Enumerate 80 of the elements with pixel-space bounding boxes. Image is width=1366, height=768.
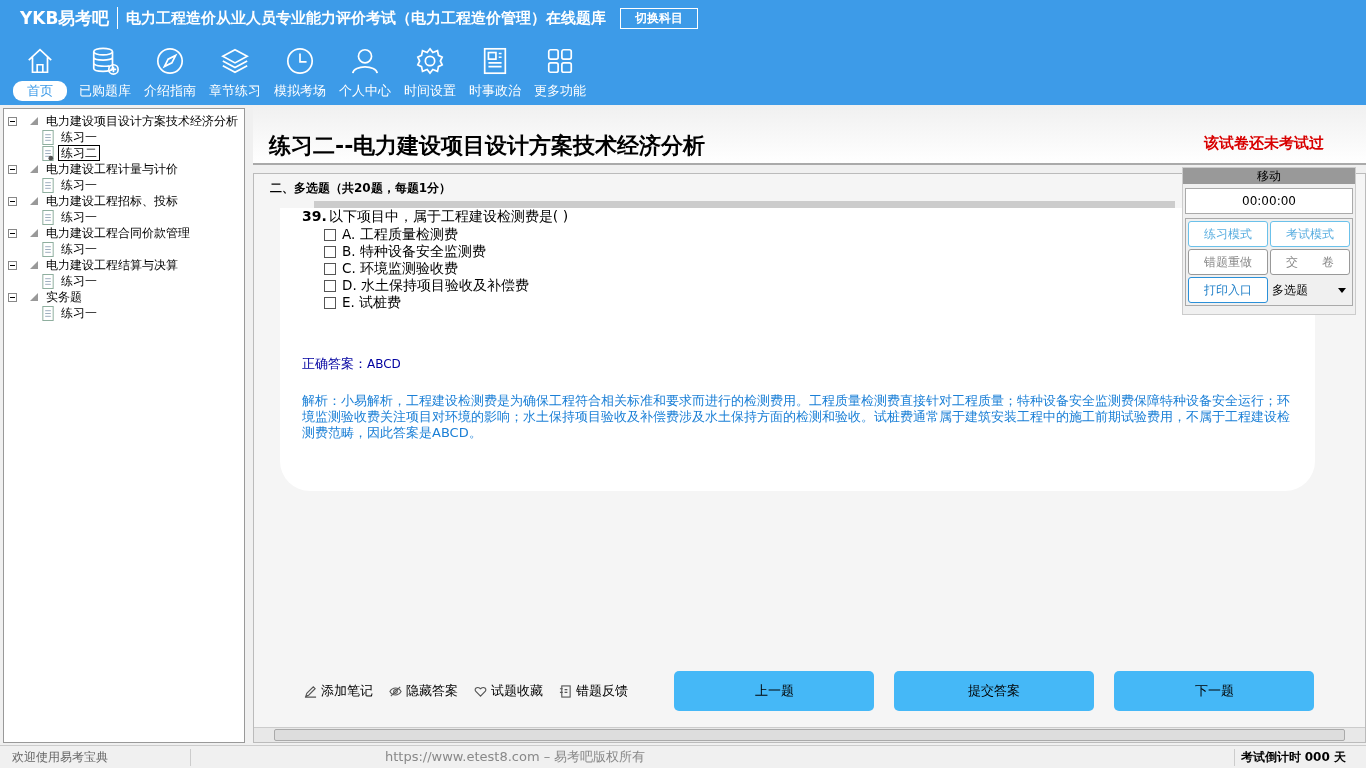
- document-icon: [42, 145, 54, 161]
- collapse-icon[interactable]: [8, 228, 17, 238]
- tree-item[interactable]: 实务题: [43, 289, 85, 305]
- option-text[interactable]: C. 环境监测验收费: [342, 259, 458, 278]
- triangle-icon: [29, 116, 39, 126]
- heart-icon: [474, 684, 487, 698]
- option-text[interactable]: E. 试桩费: [342, 293, 402, 312]
- triangle-icon: [29, 260, 39, 270]
- user-icon[interactable]: [349, 46, 380, 76]
- tree-item[interactable]: 电力建设工程合同价款管理: [43, 225, 193, 241]
- document-icon: [42, 177, 54, 193]
- collapse-icon[interactable]: [8, 196, 17, 206]
- document-icon: [42, 129, 54, 145]
- tool-link[interactable]: 隐藏答案: [406, 682, 458, 700]
- option-text[interactable]: B. 特种设备安全监测费: [342, 242, 486, 261]
- tree-item[interactable]: 练习二: [58, 145, 100, 161]
- panel-button[interactable]: 交 卷: [1270, 249, 1350, 275]
- option-text[interactable]: D. 水土保持项目验收及补偿费: [342, 276, 529, 295]
- layers-icon[interactable]: [219, 46, 250, 76]
- logo-text: YKB易考吧: [20, 6, 110, 30]
- collapse-icon[interactable]: [8, 292, 17, 302]
- document-icon: [42, 241, 54, 257]
- pencil-icon: [304, 684, 317, 698]
- timer-display: 00:00:00: [1185, 188, 1353, 214]
- eye-icon: [389, 684, 402, 698]
- tree-item[interactable]: 练习一: [58, 273, 100, 289]
- option-text[interactable]: A. 工程质量检测费: [342, 225, 458, 244]
- section-heading: 二、多选题（共20题，每题1分）: [269, 180, 453, 197]
- tree-item[interactable]: 练习一: [58, 241, 100, 257]
- tool-link[interactable]: 错题反馈: [576, 682, 628, 700]
- panel-title[interactable]: 移动: [1183, 168, 1355, 184]
- collapse-icon[interactable]: [8, 260, 17, 270]
- note-icon: [559, 684, 572, 698]
- checkbox[interactable]: [324, 279, 336, 292]
- copyright-text: https://www.etest8.com – 易考吧版权所有: [385, 748, 646, 766]
- triangle-icon: [29, 164, 39, 174]
- clock-icon[interactable]: [284, 46, 315, 76]
- answer-label: 正确答案：: [302, 356, 367, 371]
- triangle-icon: [29, 196, 39, 206]
- collapse-icon[interactable]: [8, 116, 17, 126]
- panel-button[interactable]: 错题重做: [1188, 249, 1268, 275]
- compass-icon[interactable]: [154, 46, 185, 76]
- tree-item[interactable]: 电力建设工程计量与计价: [43, 161, 181, 177]
- paper-title: 练习二--电力建设项目设计方案技术经济分析: [269, 132, 706, 160]
- welcome-text: 欢迎使用易考宝典: [0, 748, 191, 766]
- document-icon: [42, 273, 54, 289]
- settings-icon[interactable]: [414, 46, 445, 76]
- app-title: 电力工程造价从业人员专业能力评价考试（电力工程造价管理）在线题库: [126, 8, 607, 28]
- question-type-select[interactable]: 多选题: [1270, 277, 1350, 303]
- question-nav-button[interactable]: 提交答案: [894, 671, 1094, 711]
- tool-link[interactable]: 试题收藏: [491, 682, 543, 700]
- tree-item[interactable]: 电力建设项目设计方案技术经济分析: [43, 113, 241, 129]
- document-icon: [42, 305, 54, 321]
- tree-item[interactable]: 练习一: [58, 129, 100, 145]
- triangle-icon: [29, 228, 39, 238]
- explanation-text: 解析：小易解析，工程建设检测费是为确保工程符合相关标准和要求而进行的检测费用。工程质量检测费直接针对工程质量；特种设备安全监测费保障特种设备安全运行；环境监测验收费关注项目对环境的影响；水土保持项目验收及补偿费涉及水土保持方面的检测和验收。试桩费通常属于建筑安装工程中的施工前期试验费用，不属于工程建设检测费范畴，因此答案是ABCD。: [302, 393, 1291, 441]
- tree-item[interactable]: 练习一: [58, 177, 100, 193]
- checkbox[interactable]: [324, 296, 336, 309]
- question-text: 以下项目中，属于工程建设检测费是( ): [328, 208, 569, 226]
- checkbox[interactable]: [324, 262, 336, 275]
- answer-value: ABCD: [367, 357, 401, 371]
- horizontal-scrollbar[interactable]: [254, 727, 1365, 742]
- checkbox[interactable]: [324, 245, 336, 258]
- checkbox[interactable]: [324, 228, 336, 241]
- tree-item[interactable]: 电力建设工程结算与决算: [43, 257, 181, 273]
- question-number: 39.: [302, 208, 327, 226]
- collapse-icon[interactable]: [8, 164, 17, 174]
- scrollbar[interactable]: [314, 201, 1175, 208]
- dropdown-arrow-icon[interactable]: [1338, 287, 1346, 293]
- tree-item[interactable]: 练习一: [58, 305, 100, 321]
- exam-status-text: 该试卷还未考试过: [1204, 134, 1324, 153]
- document-icon: [42, 209, 54, 225]
- question-nav-button[interactable]: 下一题: [1114, 671, 1314, 711]
- tree-item[interactable]: 电力建设工程招标、投标: [43, 193, 181, 209]
- tool-link[interactable]: 添加笔记: [321, 682, 373, 700]
- panel-button[interactable]: 打印入口: [1188, 277, 1268, 303]
- triangle-icon: [29, 292, 39, 302]
- countdown-text: 考试倒计时 000 天: [1233, 748, 1366, 766]
- question-nav-button[interactable]: 上一题: [674, 671, 874, 711]
- tree-item[interactable]: 练习一: [58, 209, 100, 225]
